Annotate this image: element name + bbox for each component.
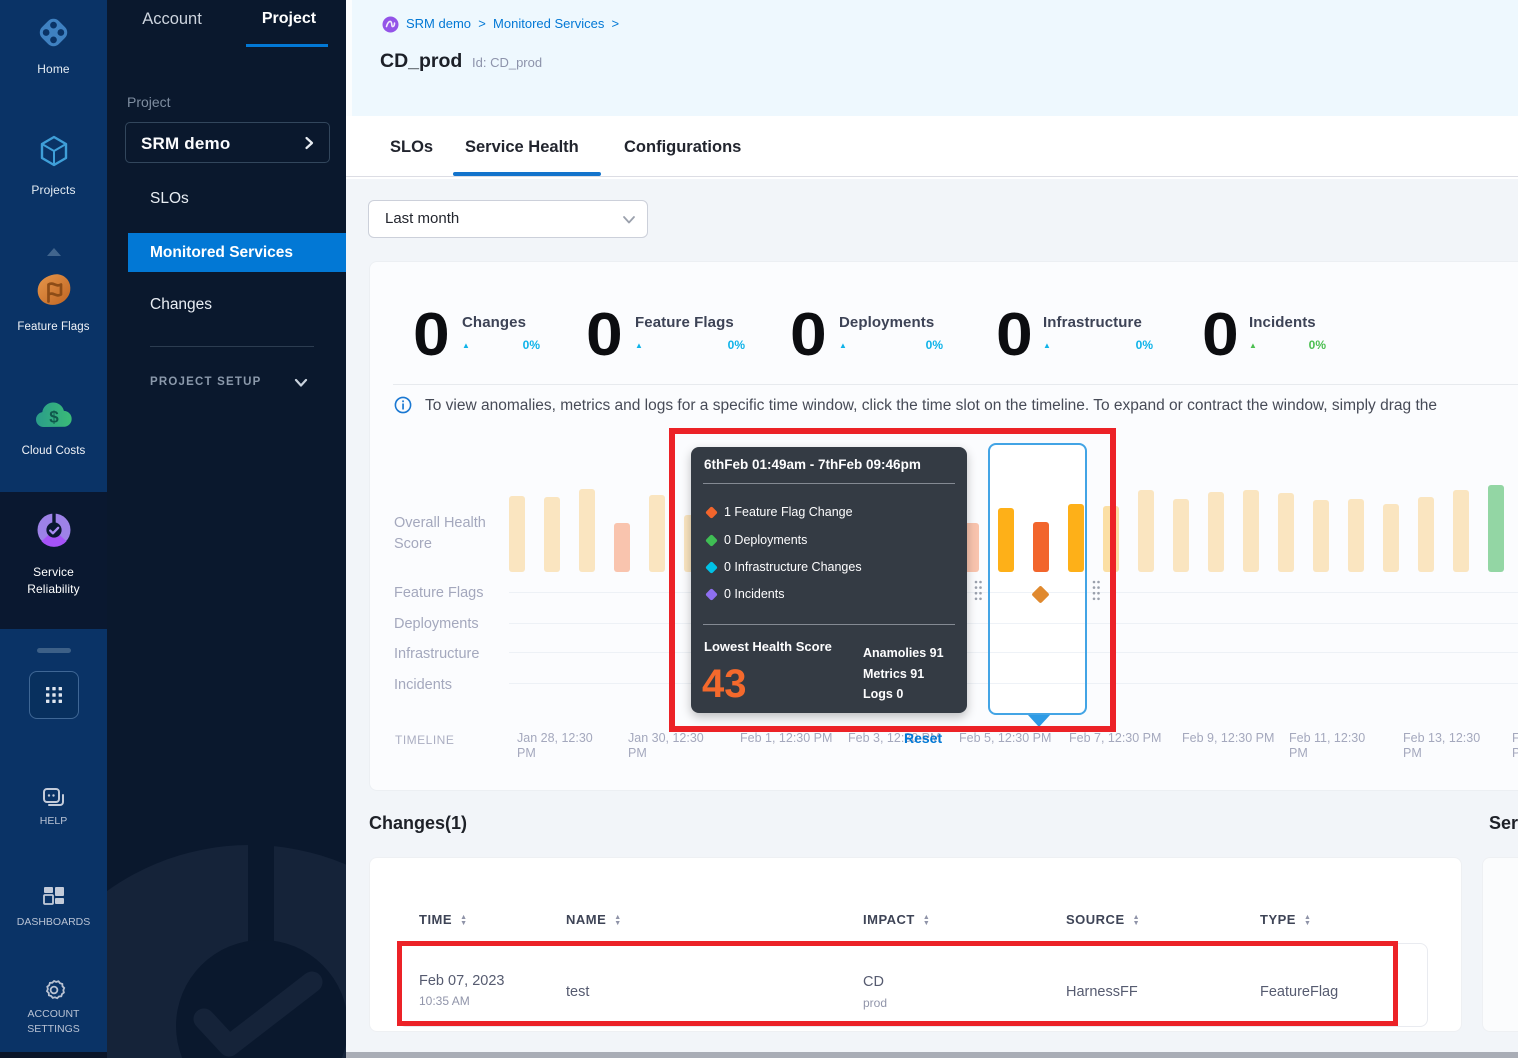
svg-text:$: $: [49, 408, 59, 427]
